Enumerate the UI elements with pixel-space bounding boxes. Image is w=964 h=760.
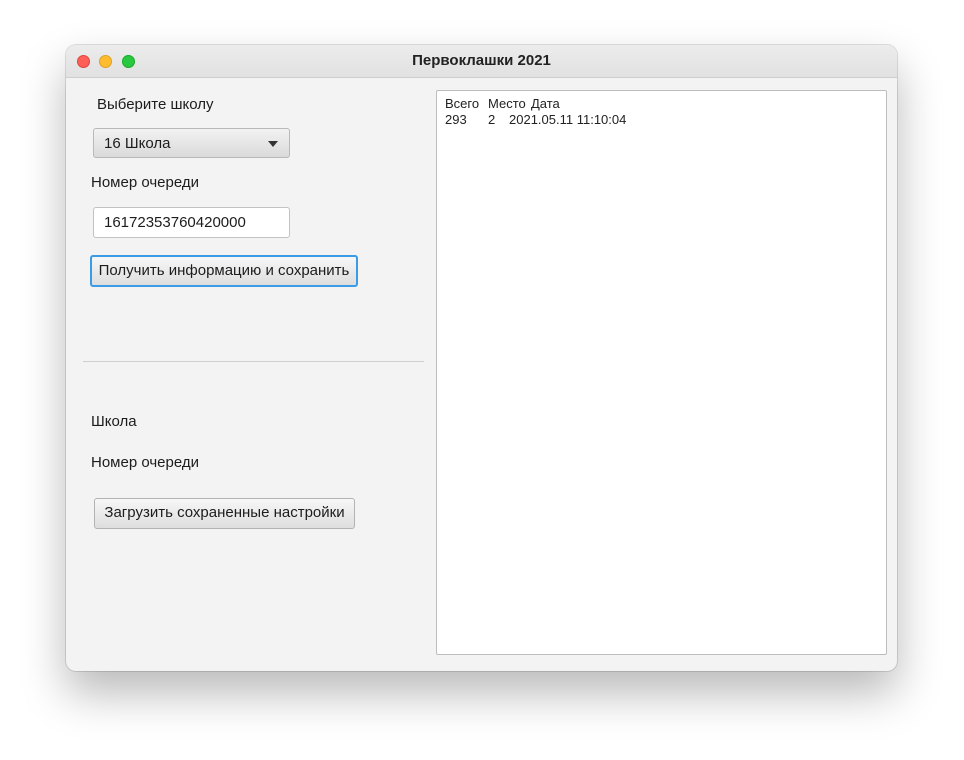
- saved-queue-number-label: Номер очереди: [91, 454, 199, 471]
- results-header-place: Место: [488, 96, 526, 111]
- results-row-date: 2021.05.11 11:10:04: [509, 112, 627, 127]
- results-header-date: Дата: [531, 96, 560, 111]
- results-row-total: 293: [445, 112, 467, 127]
- school-select[interactable]: 16 Школа: [93, 128, 290, 158]
- get-info-and-save-button[interactable]: Получить информацию и сохранить: [90, 255, 358, 287]
- queue-number-input[interactable]: [93, 207, 290, 238]
- chevron-down-icon: [268, 141, 278, 147]
- results-header-total: Всего: [445, 96, 480, 111]
- saved-school-label: Школа: [91, 413, 137, 430]
- school-select-value: 16 Школа: [104, 135, 171, 152]
- app-window: Первоклашки 2021 Выберите школу 16 Школа…: [66, 45, 897, 671]
- title-bar: Первоклашки 2021: [66, 45, 897, 78]
- results-text-area[interactable]: Всего Место Дата 293 2 2021.05.11 11:10:…: [436, 90, 887, 655]
- choose-school-label: Выберите школу: [97, 96, 214, 113]
- results-row-place: 2: [488, 112, 496, 127]
- window-title: Первоклашки 2021: [412, 52, 551, 69]
- queue-number-label: Номер очереди: [91, 174, 199, 191]
- results-row: 293 2 2021.05.11 11:10:04: [445, 112, 626, 187]
- load-saved-settings-button[interactable]: Загрузить сохраненные настройки: [94, 498, 355, 529]
- section-separator: [83, 361, 424, 362]
